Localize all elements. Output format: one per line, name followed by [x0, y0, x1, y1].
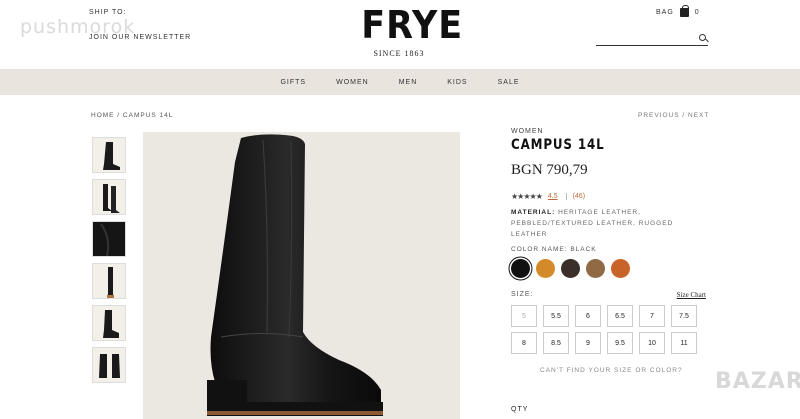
search-icon[interactable] — [699, 34, 706, 41]
size-option[interactable]: 7.5 — [671, 305, 697, 327]
size-option[interactable]: 6 — [575, 305, 601, 327]
rating-value[interactable]: 4.5 — [548, 193, 558, 200]
size-chart-link[interactable]: Size Chart — [677, 291, 706, 299]
size-option[interactable]: 8 — [511, 332, 537, 354]
watermark-logo: BAZAR — [715, 369, 800, 394]
swatch-walnut[interactable] — [586, 259, 605, 278]
nav-item-men[interactable]: MEN — [399, 79, 418, 86]
main-nav: GIFTS WOMEN MEN KIDS SALE — [0, 69, 800, 95]
product-title: CAMPUS 14L — [511, 137, 605, 153]
breadcrumb[interactable]: HOME / CAMPUS 14L — [91, 112, 173, 119]
product-info: WOMEN CAMPUS 14L BGN 790,79 ★★★★★ 4.5 (4… — [511, 128, 711, 374]
material-info: MATERIAL: HERITAGE LEATHER, PEBBLED/TEXT… — [511, 207, 711, 240]
nav-item-women[interactable]: WOMEN — [336, 79, 369, 86]
thumbnail-3[interactable] — [92, 221, 126, 257]
color-swatches — [511, 259, 711, 278]
color-value: BLACK — [570, 246, 597, 253]
material-label: MATERIAL: — [511, 209, 556, 216]
color-label: COLOR NAME: — [511, 246, 568, 253]
bag-button[interactable]: BAG 0 — [656, 5, 700, 17]
star-rating-icon: ★★★★★ — [511, 192, 543, 201]
boot-detail-icon — [93, 222, 125, 256]
thumbnail-5[interactable] — [92, 305, 126, 341]
boot-angle-icon — [103, 310, 119, 338]
prev-next-links[interactable]: PREVIOUS / NEXT — [638, 112, 709, 119]
thumbnail-2[interactable] — [92, 179, 126, 215]
swatch-cognac[interactable] — [611, 259, 630, 278]
swatch-dark-brown[interactable] — [561, 259, 580, 278]
logo-since: SINCE 1863 — [373, 49, 425, 58]
size-label: SIZE: — [511, 291, 534, 298]
header: pushmorok SHIP TO: JOIN OUR NEWSLETTER F… — [0, 0, 800, 69]
size-option[interactable]: 10 — [639, 332, 665, 354]
thumbnail-1[interactable] — [92, 137, 126, 173]
thumbnail-list — [92, 137, 128, 389]
rating-row[interactable]: ★★★★★ 4.5 (46) — [511, 192, 711, 201]
size-option[interactable]: 5 — [511, 305, 537, 327]
newsletter-link[interactable]: JOIN OUR NEWSLETTER — [89, 34, 191, 41]
bag-label: BAG — [656, 9, 674, 16]
color-name-row: COLOR NAME: BLACK — [511, 246, 711, 253]
swatch-tan[interactable] — [536, 259, 555, 278]
size-option[interactable]: 8.5 — [543, 332, 569, 354]
size-option[interactable]: 11 — [671, 332, 697, 354]
nav-item-gifts[interactable]: GIFTS — [280, 79, 306, 86]
size-option[interactable]: 5.5 — [543, 305, 569, 327]
boot-pair-icon — [103, 184, 120, 213]
nav-item-kids[interactable]: KIDS — [447, 79, 467, 86]
product-category[interactable]: WOMEN — [511, 128, 711, 135]
ship-to-link[interactable]: SHIP TO: — [89, 9, 127, 16]
logo-wordmark: FRYE — [361, 3, 464, 47]
boot-front-icon — [99, 354, 120, 378]
size-option[interactable]: 9 — [575, 332, 601, 354]
thumbnail-4[interactable] — [92, 263, 126, 299]
size-header: SIZE: Size Chart — [511, 291, 706, 299]
swatch-black[interactable] — [511, 259, 530, 278]
search-input[interactable] — [596, 34, 708, 46]
boot-back-icon — [107, 267, 114, 298]
bag-count: 0 — [694, 9, 700, 16]
nav-item-sale[interactable]: SALE — [498, 79, 520, 86]
size-grid: 5 5.5 6 6.5 7 7.5 8 8.5 9 9.5 10 11 — [511, 305, 711, 354]
frye-logo[interactable]: FRYE SINCE 1863 — [358, 3, 464, 58]
boot-image — [207, 134, 383, 416]
review-count[interactable]: (46) — [565, 193, 585, 200]
size-option[interactable]: 7 — [639, 305, 665, 327]
product-price: BGN 790,79 — [511, 162, 588, 178]
product-main-image[interactable] — [143, 132, 460, 419]
boot-side-icon — [103, 142, 120, 170]
thumbnail-6[interactable] — [92, 347, 126, 383]
qty-label: QTY — [511, 406, 529, 413]
bag-icon — [679, 5, 689, 17]
cant-find-size-link[interactable]: CAN'T FIND YOUR SIZE OR COLOR? — [540, 367, 711, 374]
size-option[interactable]: 6.5 — [607, 305, 633, 327]
size-option[interactable]: 9.5 — [607, 332, 633, 354]
